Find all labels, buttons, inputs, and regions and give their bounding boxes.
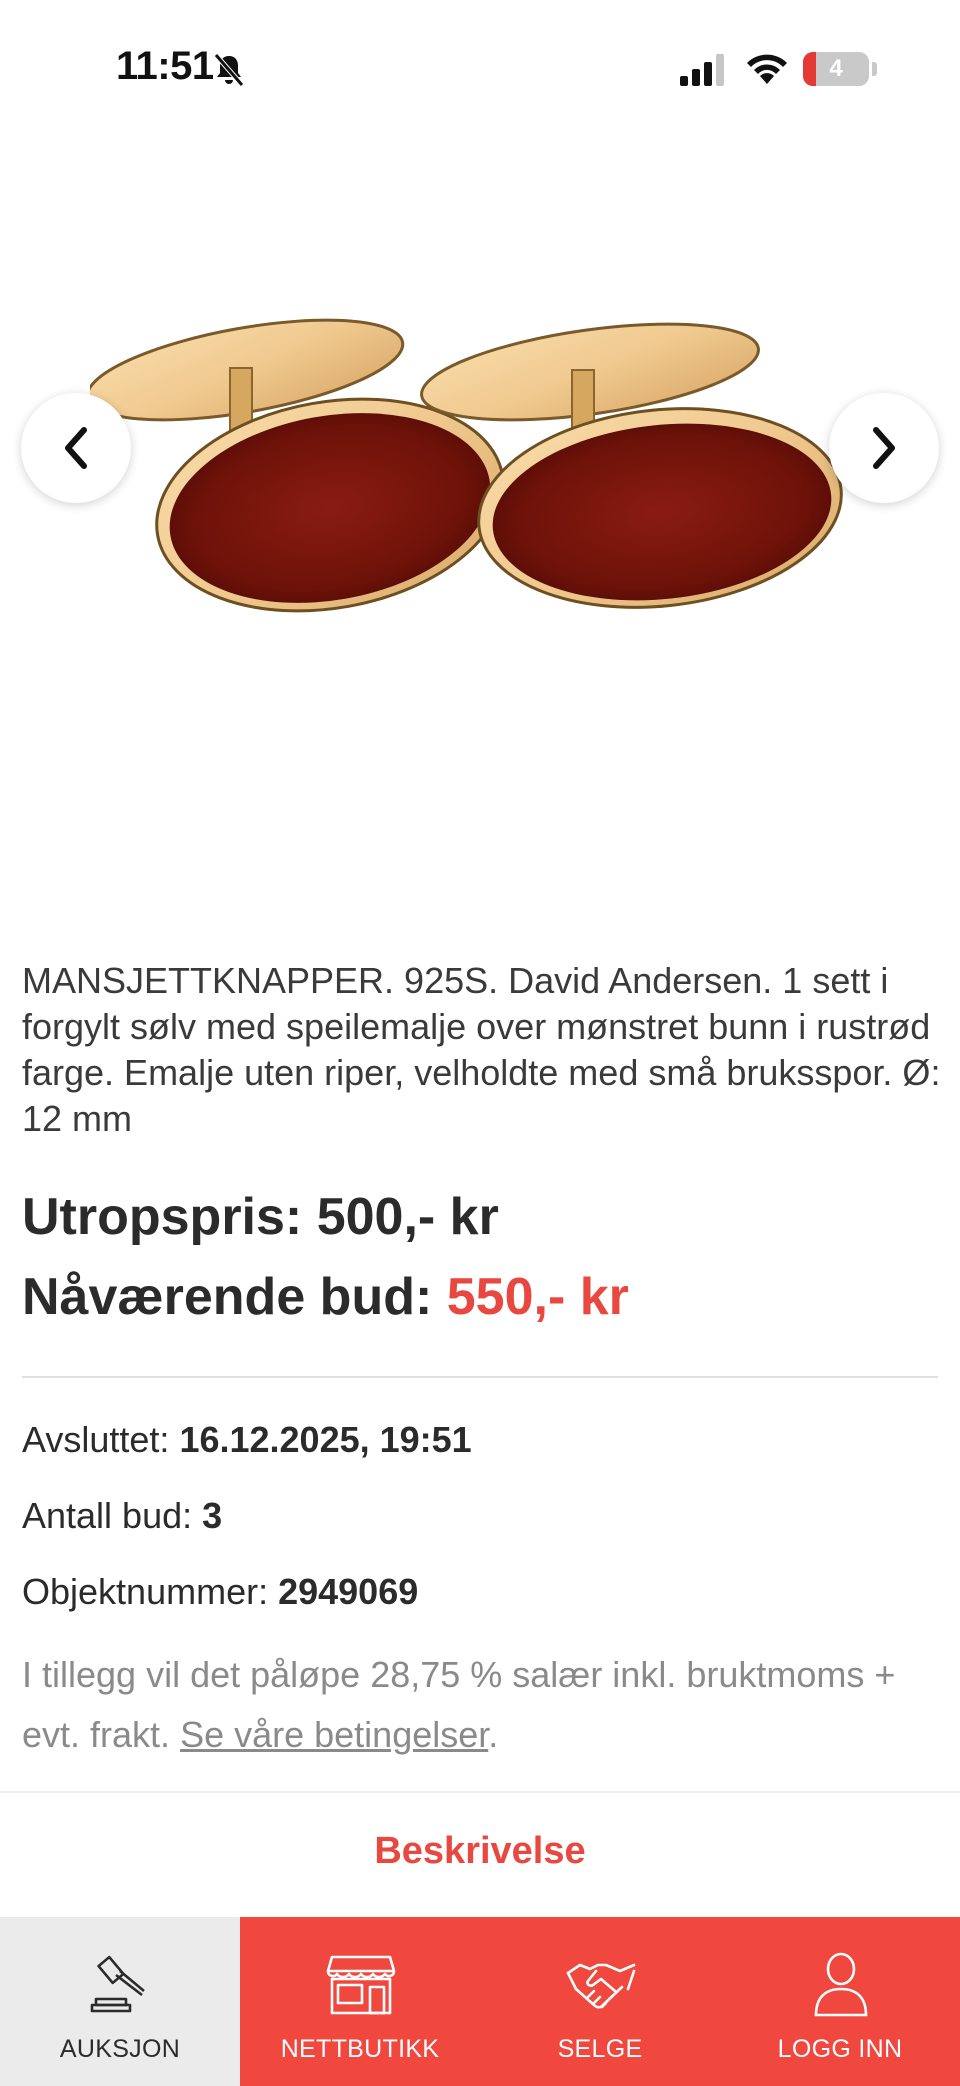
status-time: 11:51 — [116, 44, 214, 88]
gavel-icon — [90, 1955, 145, 2013]
divider — [22, 1376, 938, 1378]
status-bar: 11:51 4 — [0, 0, 960, 140]
fee-note: I tillegg vil det påløpe 28,75 % salær i… — [22, 1645, 942, 1765]
battery-level: 4 — [829, 55, 843, 82]
bell-muted-icon — [214, 53, 244, 87]
nav-item-auksjon[interactable]: AUKSJON — [0, 1917, 240, 2086]
ended-label: Avsluttet: — [22, 1419, 170, 1460]
next-image-button[interactable] — [829, 393, 939, 503]
chevron-left-icon — [65, 427, 87, 469]
ended-info: Avsluttet: 16.12.2025, 19:51 — [22, 1417, 942, 1463]
handshake-icon — [566, 1963, 636, 2009]
product-image — [90, 318, 843, 613]
current-bid-label: Nåværende bud: — [22, 1268, 433, 1326]
cellular-signal-icon — [680, 54, 724, 86]
previous-image-button[interactable] — [21, 393, 131, 503]
terms-link[interactable]: Se våre betingelser — [180, 1714, 488, 1755]
battery-tip — [872, 62, 877, 76]
image-carousel[interactable] — [0, 140, 960, 900]
chevron-right-icon — [873, 427, 895, 469]
section-separator — [0, 1791, 960, 1793]
ended-value: 16.12.2025, 19:51 — [179, 1419, 472, 1460]
battery-indicator: 4 — [803, 52, 869, 86]
price-block: Utropspris: 500,- kr Nåværende bud: 550,… — [22, 1185, 942, 1345]
bid-count-info: Antall bud: 3 — [22, 1493, 942, 1539]
item-description: MANSJETTKNAPPER. 925S. David Andersen. 1… — [22, 960, 941, 1139]
nav-item-selge[interactable]: SELGE — [480, 1917, 720, 2086]
nav-label-logg-inn: LOGG INN — [777, 2035, 903, 2063]
current-bid-value: 550,- kr — [446, 1268, 629, 1326]
start-price-value: 500,- kr — [316, 1188, 499, 1246]
bid-count-value: 3 — [202, 1495, 223, 1536]
bid-count-label: Antall bud: — [22, 1495, 193, 1536]
nav-item-logg-inn[interactable]: LOGG INN — [720, 1917, 960, 2086]
object-number-info: Objektnummer: 2949069 — [22, 1569, 942, 1615]
wifi-icon — [747, 54, 787, 84]
nav-label-nettbutikk: NETTBUTIKK — [280, 2035, 440, 2063]
store-icon — [326, 1955, 396, 2015]
current-bid: Nåværende bud: 550,- kr — [22, 1265, 942, 1345]
nav-label-auksjon: AUKSJON — [59, 2035, 181, 2063]
object-number-value: 2949069 — [278, 1571, 419, 1612]
start-price: Utropspris: 500,- kr — [22, 1185, 942, 1265]
bottom-navigation: AUKSJON NETTBUTIKK SELGE LOGG INN — [0, 1917, 960, 2086]
nav-label-selge: SELGE — [557, 2035, 643, 2063]
user-icon — [814, 1952, 868, 2017]
nav-item-nettbutikk[interactable]: NETTBUTIKK — [240, 1917, 480, 2086]
start-price-label: Utropspris: — [22, 1188, 303, 1246]
object-number-label: Objektnummer: — [22, 1571, 269, 1612]
terms-suffix: . — [488, 1714, 499, 1755]
tab-description[interactable]: Beskrivelse — [0, 1830, 960, 1873]
